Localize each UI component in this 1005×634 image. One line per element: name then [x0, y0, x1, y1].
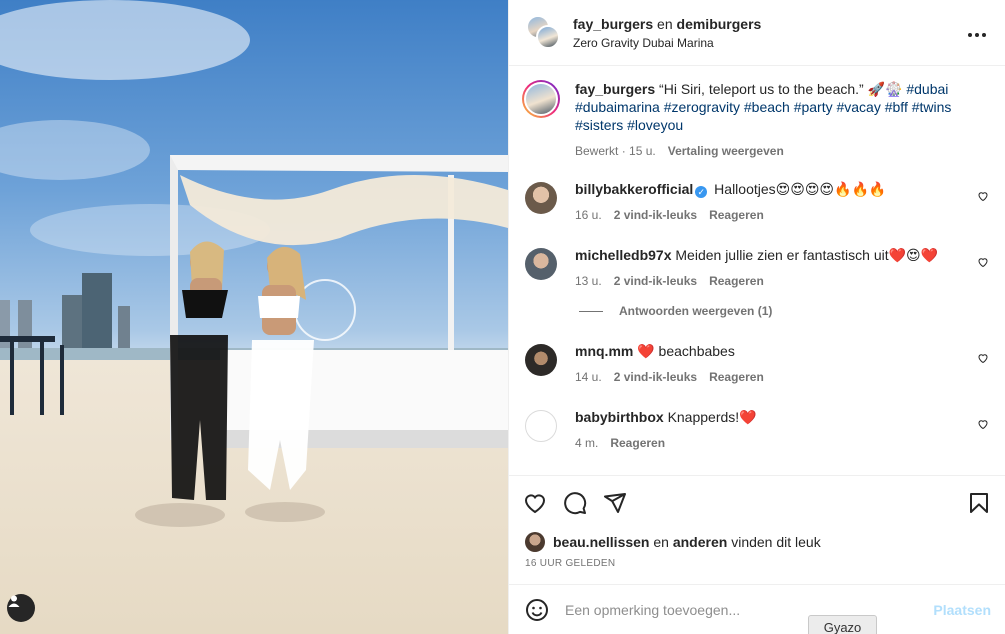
- instagram-post: fay_burgers en demiburgers Zero Gravity …: [0, 0, 1005, 634]
- comment-like-heart-icon[interactable]: [977, 418, 989, 430]
- post-photo[interactable]: [0, 0, 508, 634]
- likes-summary: beau.nellissen en anderen vinden dit leu…: [525, 532, 989, 552]
- comment-username[interactable]: billybakkerofficial: [575, 181, 693, 197]
- avatar: [536, 24, 560, 49]
- comment-time: 4 m.: [575, 436, 599, 450]
- comment-item: babybirthbox Knapperds!❤️ 4 m. Reageren: [525, 408, 989, 450]
- comment-time: 13 u.: [575, 274, 602, 288]
- comment-time: 16 u.: [575, 208, 602, 222]
- more-options-button[interactable]: [963, 18, 991, 47]
- action-bar: [509, 476, 1005, 530]
- user-icon: [8, 595, 20, 607]
- comment-item: michelledb97x Meiden jullie zien er fant…: [525, 246, 989, 288]
- bookmark-icon[interactable]: [967, 491, 991, 515]
- comment-input[interactable]: [565, 601, 934, 618]
- comment-body: mnq.mm ❤️ beachbabes 14 u. 2 vind-ik-leu…: [575, 342, 989, 384]
- comment-like-heart-icon[interactable]: [977, 190, 989, 202]
- comment-text: michelledb97x Meiden jullie zien er fant…: [575, 246, 965, 264]
- post-comment-button[interactable]: Plaatsen: [933, 602, 991, 618]
- heart-icon[interactable]: [523, 491, 547, 515]
- caption-message: “Hi Siri, teleport us to the beach.” 🚀🎡: [659, 81, 903, 97]
- comment-meta: 14 u. 2 vind-ik-leuks Reageren: [575, 370, 965, 384]
- view-replies-button[interactable]: Antwoorden weergeven (1): [579, 304, 989, 318]
- reply-button[interactable]: Reageren: [709, 208, 764, 222]
- comment-body: babybirthbox Knapperds!❤️ 4 m. Reageren: [575, 408, 989, 450]
- gyazo-overlay-button[interactable]: Gyazo: [808, 615, 877, 634]
- comment-text: babybirthbox Knapperds!❤️: [575, 408, 965, 426]
- author-line: fay_burgers en demiburgers: [573, 16, 963, 32]
- beach-photo-illustration: [0, 0, 508, 634]
- comment-username[interactable]: michelledb97x: [575, 247, 672, 263]
- liker-username[interactable]: beau.nellissen: [553, 534, 649, 550]
- comment-like-heart-icon[interactable]: [977, 352, 989, 364]
- comment-meta: 16 u. 2 vind-ik-leuks Reageren: [575, 208, 965, 222]
- send-icon[interactable]: [603, 491, 627, 515]
- author-connector: en: [657, 15, 673, 32]
- avatar[interactable]: [525, 410, 557, 442]
- caption-meta: Bewerkt · 15 u. Vertaling weergeven: [575, 144, 784, 158]
- author-avatars[interactable]: [526, 14, 562, 51]
- caption-avatar[interactable]: [522, 80, 560, 118]
- comment-username[interactable]: babybirthbox: [575, 409, 664, 425]
- comment-text: billybakkerofficial ✓ Hallootjes😍😍😍😍🔥🔥🔥: [575, 180, 965, 198]
- post-side-panel: fay_burgers en demiburgers Zero Gravity …: [508, 0, 1005, 634]
- comment-item: mnq.mm ❤️ beachbabes 14 u. 2 vind-ik-leu…: [525, 342, 989, 384]
- post-header: fay_burgers en demiburgers Zero Gravity …: [509, 0, 1005, 66]
- verified-badge-icon: ✓: [695, 186, 708, 198]
- replies-divider: [579, 310, 603, 312]
- add-comment-bar: Plaatsen: [509, 584, 1005, 634]
- likes-suffix: vinden dit leuk: [731, 534, 821, 550]
- post-timestamp[interactable]: 16 UUR GELEDEN: [525, 558, 615, 569]
- author-username[interactable]: fay_burgers: [573, 16, 653, 32]
- location-link[interactable]: Zero Gravity Dubai Marina: [573, 36, 963, 50]
- edited-label: Bewerkt: [575, 144, 619, 158]
- reply-button[interactable]: Reageren: [709, 370, 764, 384]
- comment-message: Knapperds!❤️: [667, 409, 757, 425]
- likes-others-link[interactable]: anderen: [673, 534, 727, 550]
- caption-text: fay_burgers “Hi Siri, teleport us to the…: [575, 80, 965, 134]
- comment-likes[interactable]: 2 vind-ik-leuks: [614, 274, 697, 288]
- comment-message: ❤️ beachbabes: [637, 343, 735, 359]
- likes-and: en: [653, 534, 669, 550]
- comment-username[interactable]: mnq.mm: [575, 343, 633, 359]
- avatar[interactable]: [525, 248, 557, 280]
- reply-button[interactable]: Reageren: [709, 274, 764, 288]
- caption-username[interactable]: fay_burgers: [575, 81, 655, 97]
- comment-text: mnq.mm ❤️ beachbabes: [575, 342, 965, 360]
- comments-list[interactable]: fay_burgers “Hi Siri, teleport us to the…: [509, 66, 1005, 476]
- comment-message: Meiden jullie zien er fantastisch uit❤️😍…: [675, 247, 939, 263]
- emoji-icon[interactable]: [525, 598, 549, 622]
- comment-item: billybakkerofficial ✓ Hallootjes😍😍😍😍🔥🔥🔥 1…: [525, 180, 989, 222]
- view-replies-label: Antwoorden weergeven (1): [619, 304, 773, 318]
- caption-body: fay_burgers “Hi Siri, teleport us to the…: [575, 80, 989, 158]
- comment-time: 14 u.: [575, 370, 602, 384]
- avatar[interactable]: [525, 344, 557, 376]
- more-horizontal-icon: [968, 33, 986, 37]
- comment-icon[interactable]: [563, 491, 587, 515]
- caption-time: 15 u.: [629, 144, 656, 158]
- avatar[interactable]: [525, 532, 545, 552]
- comment-body: billybakkerofficial ✓ Hallootjes😍😍😍😍🔥🔥🔥 1…: [575, 180, 989, 222]
- translate-button[interactable]: Vertaling weergeven: [668, 144, 784, 158]
- comment-body: michelledb97x Meiden jullie zien er fant…: [575, 246, 989, 288]
- header-text: fay_burgers en demiburgers Zero Gravity …: [573, 16, 963, 50]
- comment-like-heart-icon[interactable]: [977, 256, 989, 268]
- coauthor-username[interactable]: demiburgers: [677, 16, 762, 32]
- comment-meta: 13 u. 2 vind-ik-leuks Reageren: [575, 274, 965, 288]
- caption: fay_burgers “Hi Siri, teleport us to the…: [522, 80, 989, 158]
- comment-message: Hallootjes😍😍😍😍🔥🔥🔥: [714, 181, 887, 197]
- tagged-users-button[interactable]: [7, 594, 35, 622]
- comment-meta: 4 m. Reageren: [575, 436, 965, 450]
- comment-likes[interactable]: 2 vind-ik-leuks: [614, 208, 697, 222]
- comment-likes[interactable]: 2 vind-ik-leuks: [614, 370, 697, 384]
- avatar[interactable]: [525, 182, 557, 214]
- reply-button[interactable]: Reageren: [610, 436, 665, 450]
